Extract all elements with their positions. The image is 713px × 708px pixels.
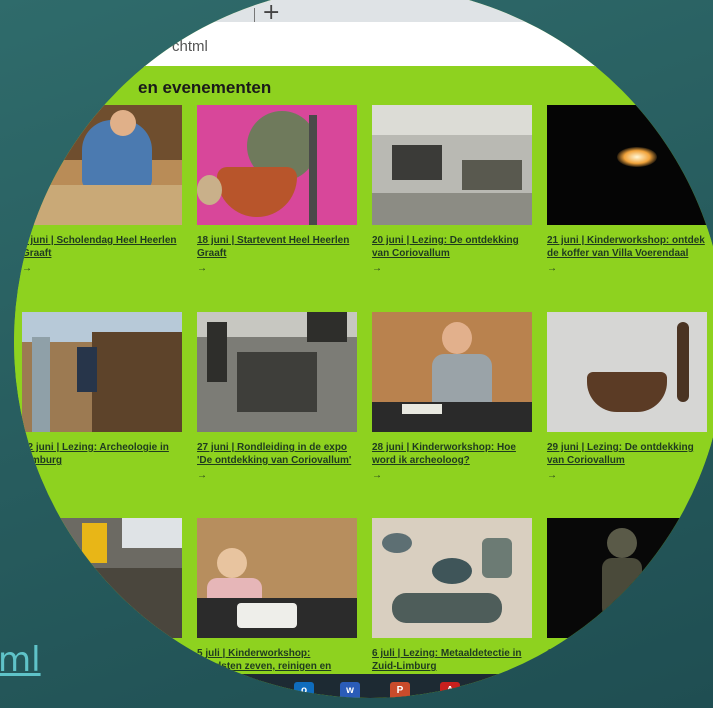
event-image-roman-metal-object[interactable] <box>547 312 707 432</box>
event-link[interactable]: k in <box>22 647 182 660</box>
acrobat-icon[interactable]: A <box>440 682 460 698</box>
event-card[interactable]: 11 juli | co <box>547 518 707 660</box>
arrow-icon[interactable]: → <box>372 470 532 481</box>
event-image-glowing-light-dark[interactable] <box>547 105 707 225</box>
event-link[interactable]: 28 juni | Kinderworkshop: Hoe word ik ar… <box>372 441 532 467</box>
word-icon[interactable]: w <box>340 682 360 698</box>
event-image-street-excavation[interactable] <box>22 518 182 638</box>
powerpoint-icon[interactable]: P <box>390 682 410 698</box>
arrow-icon[interactable]: → <box>197 263 357 274</box>
section-heading: en evenementen <box>138 78 272 97</box>
event-card[interactable]: 21 juni | Kinderworkshop: ontdek de koff… <box>547 105 707 274</box>
event-image-historic-excavation-men[interactable] <box>197 312 357 432</box>
event-card[interactable]: 6 juli | Lezing: Metaaldetectie in Zuid-… <box>372 518 532 673</box>
event-image-children-sieving[interactable] <box>197 518 357 638</box>
event-image-children-digging[interactable] <box>22 105 182 225</box>
event-card[interactable]: 18 juni | Startevent Heel Heerlen Graaft… <box>197 105 357 274</box>
event-link[interactable]: 18 juni | Startevent Heel Heerlen Graaft <box>197 234 357 260</box>
event-link[interactable]: 22 juni | Lezing: Archeologie in Limburg <box>22 441 182 467</box>
windows-taskbar <box>14 674 713 698</box>
event-link[interactable]: 29 juni | Lezing: De ontdekking van Cori… <box>547 441 707 467</box>
arrow-icon[interactable]: → <box>197 470 357 481</box>
arrow-icon[interactable]: → <box>372 263 532 274</box>
event-link[interactable]: 20 juni | Lezing: De ontdekking van Cori… <box>372 234 532 260</box>
event-link[interactable]: 6 juni | Scholendag Heel Heerlen Graaft <box>22 234 182 260</box>
arrow-icon[interactable]: → <box>547 470 707 481</box>
event-image-boy-at-table[interactable] <box>372 312 532 432</box>
event-card[interactable]: k in <box>22 518 182 660</box>
event-link[interactable]: 11 juli | co <box>547 647 707 660</box>
event-card[interactable]: 28 juni | Kinderworkshop: Hoe word ik ar… <box>372 312 532 481</box>
event-link[interactable]: 27 juni | Rondleiding in de expo 'De ont… <box>197 441 357 467</box>
arrow-icon[interactable]: → <box>22 470 182 481</box>
arrow-icon[interactable]: → <box>22 263 182 274</box>
event-image-excavation-trench[interactable] <box>22 312 182 432</box>
browser-tab-bar <box>14 0 713 22</box>
arrow-icon[interactable]: → <box>547 263 707 274</box>
event-card[interactable]: 29 juni | Lezing: De ontdekking van Cori… <box>547 312 707 481</box>
event-card[interactable]: 22 juni | Lezing: Archeologie in Limburg… <box>22 312 182 481</box>
event-image-bronze-statuette[interactable] <box>547 518 707 638</box>
event-card[interactable]: 6 juni | Scholendag Heel Heerlen Graaft … <box>22 105 182 274</box>
url-text[interactable]: chtml <box>172 38 208 55</box>
event-card[interactable]: 27 juni | Rondleiding in de expo 'De ont… <box>197 312 357 481</box>
file-explorer-icon[interactable] <box>240 682 260 698</box>
event-image-metal-finds[interactable] <box>372 518 532 638</box>
address-bar[interactable] <box>14 22 713 67</box>
event-link[interactable]: 6 juli | Lezing: Metaaldetectie in Zuid-… <box>372 647 532 673</box>
event-image-roman-coin-and-bowl[interactable] <box>197 105 357 225</box>
tab-separator <box>254 8 255 22</box>
event-card[interactable]: 20 juni | Lezing: De ontdekking van Cori… <box>372 105 532 274</box>
event-card[interactable]: 5 juli | Kinderworkshop: Vondsten zeven,… <box>197 518 357 686</box>
outlook-icon[interactable]: o <box>294 682 314 698</box>
event-link[interactable]: 21 juni | Kinderworkshop: ontdek de koff… <box>547 234 707 260</box>
magnified-browser-view: + chtml en evenementen 6 juni | Scholend… <box>14 0 713 698</box>
event-image-historic-excavation-photo[interactable] <box>372 105 532 225</box>
